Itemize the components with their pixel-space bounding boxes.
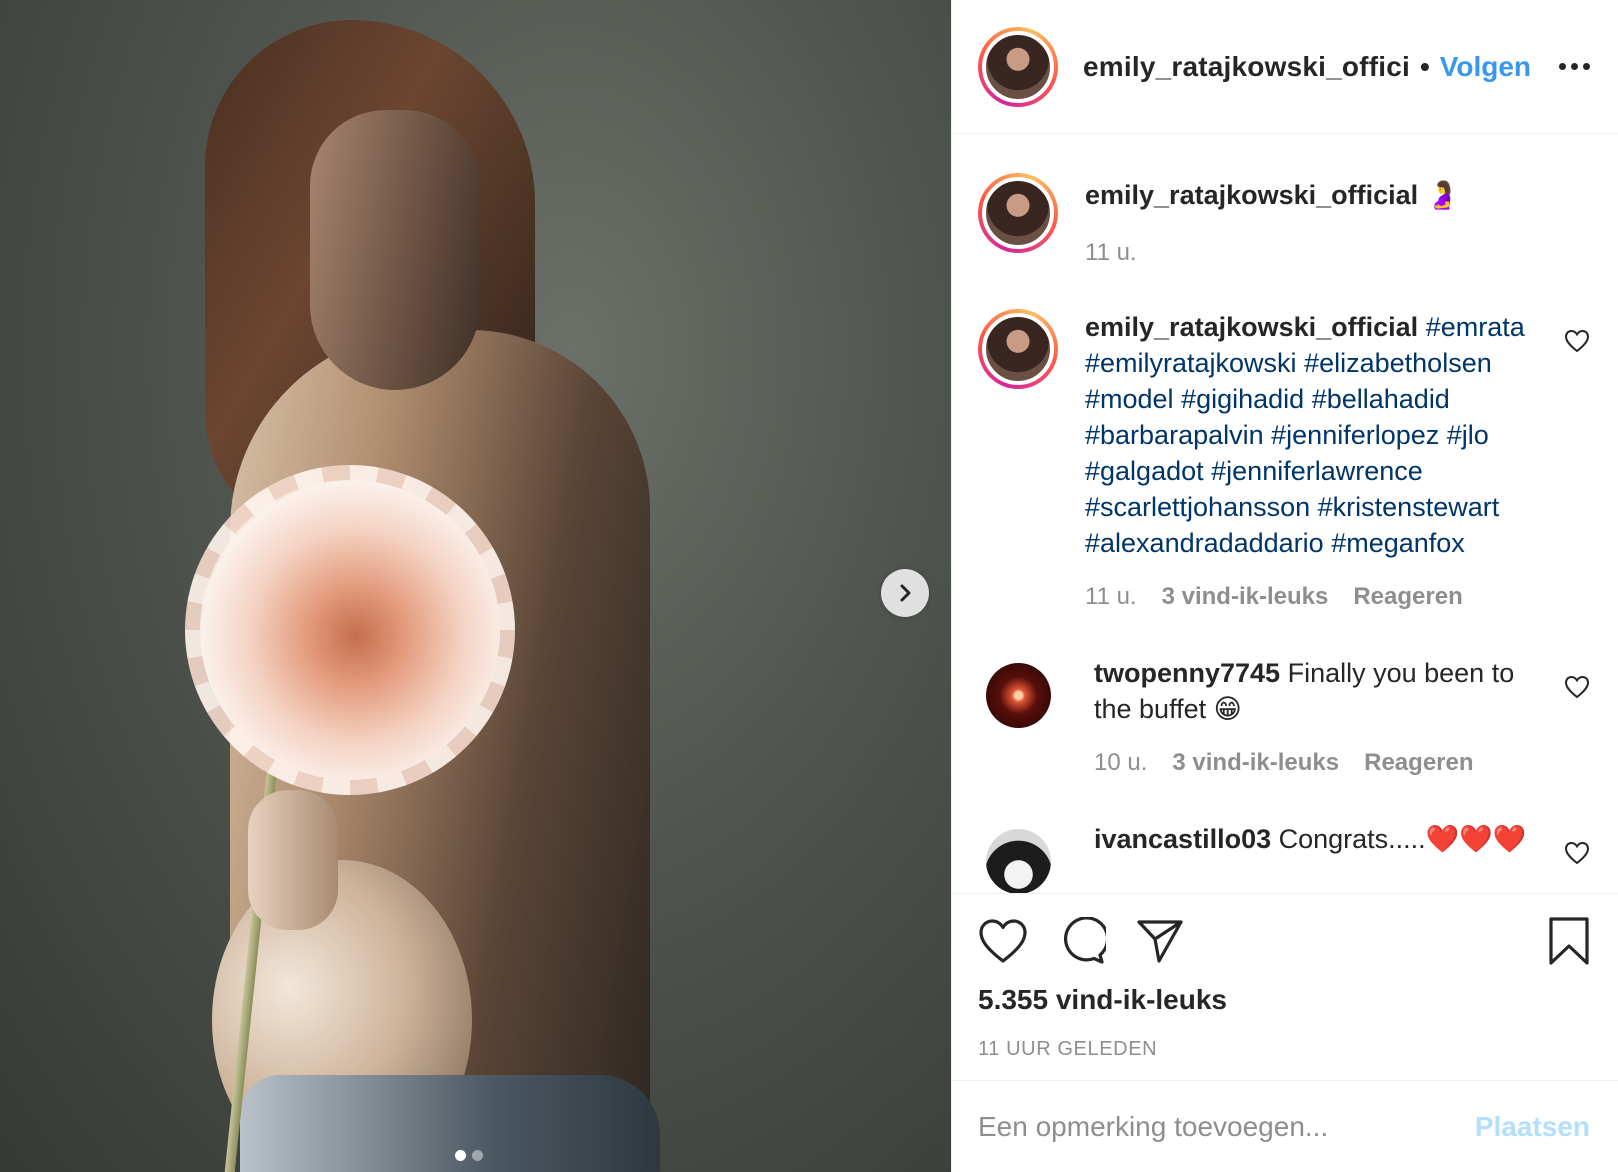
heart-icon[interactable] xyxy=(978,918,1028,964)
author-username[interactable]: emily_ratajkowski_offici xyxy=(1083,51,1410,83)
next-slide-button[interactable] xyxy=(881,569,929,617)
instagram-post: emily_ratajkowski_offici • Volgen emily_… xyxy=(0,0,1618,1172)
reply-button[interactable]: Reageren xyxy=(1364,745,1473,781)
hashtag-link[interactable]: #alexandradaddario xyxy=(1085,528,1324,558)
avatar-image xyxy=(982,313,1054,385)
caption-time[interactable]: 11 u. xyxy=(1085,235,1137,271)
bookmark-icon[interactable] xyxy=(1548,916,1590,966)
post-media[interactable] xyxy=(0,0,951,1172)
follow-button[interactable]: Volgen xyxy=(1440,51,1531,83)
comment-item: emily_ratajkowski_official #emrata #emil… xyxy=(978,309,1590,615)
add-comment-bar: Plaatsen xyxy=(952,1080,1618,1172)
comment-item: ivancastillo03 Congrats.....❤️❤️❤️ xyxy=(978,821,1590,893)
like-comment-heart-icon[interactable] xyxy=(1564,329,1590,353)
comment-username[interactable]: emily_ratajkowski_official xyxy=(1085,312,1418,342)
comment-input[interactable] xyxy=(978,1110,1475,1143)
comment-time[interactable]: 11 u. xyxy=(1085,579,1137,615)
more-icon-dot xyxy=(1571,63,1578,70)
carousel-dot xyxy=(472,1150,483,1161)
post-side-panel: emily_ratajkowski_offici • Volgen emily_… xyxy=(951,0,1618,1172)
caption: emily_ratajkowski_official 🤰 11 u. xyxy=(978,173,1590,271)
comments-list[interactable]: emily_ratajkowski_official 🤰 11 u. emily… xyxy=(952,135,1618,893)
reply-button[interactable]: Reageren xyxy=(1353,579,1462,615)
likes-count[interactable]: 5.355 vind-ik-leuks xyxy=(978,984,1590,1016)
hashtag-link[interactable]: #gigihadid xyxy=(1181,384,1304,414)
post-header: emily_ratajkowski_offici • Volgen xyxy=(952,0,1618,134)
avatar-image xyxy=(982,177,1054,249)
more-icon-dot xyxy=(1583,63,1590,70)
comment-item: twopenny7745 Finally you been to the buf… xyxy=(978,655,1590,781)
carousel-indicator xyxy=(455,1150,483,1161)
hashtag-link[interactable]: #emrata xyxy=(1426,312,1525,342)
flower xyxy=(200,480,500,780)
caption-avatar[interactable] xyxy=(978,173,1058,253)
post-comment-button[interactable]: Plaatsen xyxy=(1475,1111,1590,1143)
photo-hand xyxy=(248,790,338,930)
comment-icon[interactable] xyxy=(1058,917,1106,965)
hashtag-link[interactable]: #meganfox xyxy=(1331,528,1465,558)
comment-avatar[interactable] xyxy=(986,663,1051,728)
caption-emoji: 🤰 xyxy=(1425,180,1460,210)
avatar-image xyxy=(982,30,1054,103)
more-icon xyxy=(1559,63,1566,70)
photo-jeans xyxy=(240,1075,660,1172)
caption-username[interactable]: emily_ratajkowski_official xyxy=(1085,180,1418,210)
hashtag-link[interactable]: #jenniferlawrence xyxy=(1211,456,1423,486)
hashtag-link[interactable]: #elizabetholsen xyxy=(1304,348,1492,378)
hashtag-link[interactable]: #barbarapalvin xyxy=(1085,420,1264,450)
carousel-dot-active xyxy=(455,1150,466,1161)
comment-hashtags: #emrata #emilyratajkowski #elizabetholse… xyxy=(1085,312,1525,558)
comment-username[interactable]: ivancastillo03 xyxy=(1094,824,1271,854)
comment-avatar[interactable] xyxy=(986,829,1051,893)
photo-face xyxy=(310,110,480,390)
comment-avatar[interactable] xyxy=(978,309,1058,389)
hashtag-link[interactable]: #jlo xyxy=(1447,420,1489,450)
author-avatar[interactable] xyxy=(978,26,1058,107)
post-timestamp[interactable]: 11 UUR GELEDEN xyxy=(978,1038,1590,1061)
like-comment-heart-icon[interactable] xyxy=(1564,841,1590,865)
hashtag-link[interactable]: #model xyxy=(1085,384,1174,414)
more-options-button[interactable] xyxy=(1559,53,1590,80)
comment-text: Congrats.....❤️❤️❤️ xyxy=(1278,824,1527,854)
hashtag-link[interactable]: #scarlettjohansson xyxy=(1085,492,1310,522)
comment-likes[interactable]: 3 vind-ik-leuks xyxy=(1162,579,1329,615)
hashtag-link[interactable]: #jenniferlopez xyxy=(1271,420,1439,450)
hashtag-link[interactable]: #kristenstewart xyxy=(1318,492,1500,522)
comment-likes[interactable]: 3 vind-ik-leuks xyxy=(1172,745,1339,781)
share-icon[interactable] xyxy=(1136,918,1184,964)
like-comment-heart-icon[interactable] xyxy=(1564,675,1590,699)
hashtag-link[interactable]: #emilyratajkowski xyxy=(1085,348,1297,378)
post-actions: 5.355 vind-ik-leuks 11 UUR GELEDEN xyxy=(952,893,1618,1061)
header-separator: • xyxy=(1419,50,1430,82)
comment-username[interactable]: twopenny7745 xyxy=(1094,658,1280,688)
hashtag-link[interactable]: #galgadot xyxy=(1085,456,1204,486)
hashtag-link[interactable]: #bellahadid xyxy=(1312,384,1450,414)
comment-time[interactable]: 10 u. xyxy=(1094,745,1147,781)
chevron-right-icon xyxy=(900,584,911,602)
